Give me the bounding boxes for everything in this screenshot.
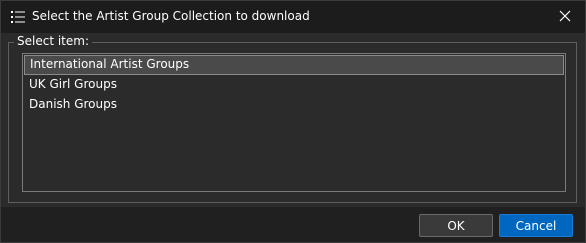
- list-item[interactable]: UK Girl Groups: [24, 75, 564, 95]
- list-item[interactable]: International Artist Groups: [24, 55, 564, 75]
- list-item-label: International Artist Groups: [30, 57, 190, 71]
- title-bar[interactable]: Select the Artist Group Collection to do…: [1, 1, 585, 33]
- list-item-label: UK Girl Groups: [29, 77, 117, 91]
- cancel-button[interactable]: Cancel: [499, 214, 573, 237]
- dialog-footer: OK Cancel: [1, 207, 585, 242]
- list-item[interactable]: Danish Groups: [24, 95, 564, 115]
- dialog-content: Select item: International Artist Groups…: [1, 33, 585, 207]
- item-listbox[interactable]: International Artist Groups UK Girl Grou…: [22, 53, 566, 192]
- ok-button[interactable]: OK: [419, 214, 493, 237]
- select-item-groupbox: Select item: International Artist Groups…: [8, 34, 577, 203]
- window-title: Select the Artist Group Collection to do…: [32, 9, 310, 23]
- list-item-label: Danish Groups: [29, 97, 117, 111]
- close-icon: [559, 10, 571, 25]
- close-button[interactable]: [551, 5, 579, 29]
- groupbox-label: Select item:: [14, 34, 92, 48]
- dialog-window: Select the Artist Group Collection to do…: [0, 0, 586, 243]
- list-icon: [11, 10, 25, 24]
